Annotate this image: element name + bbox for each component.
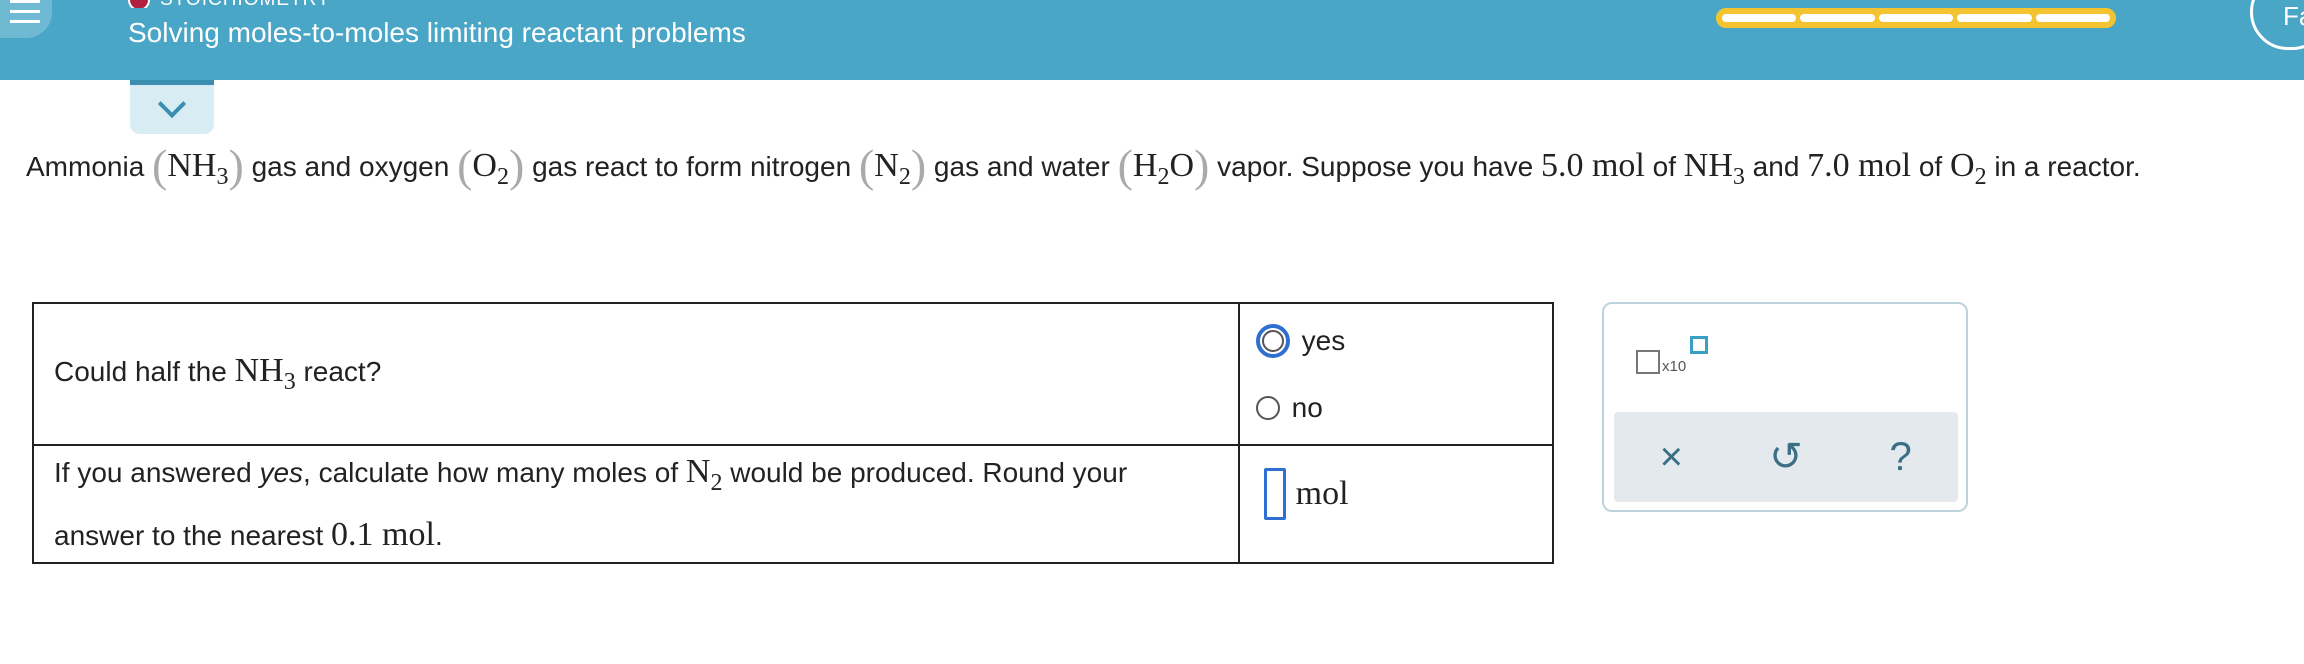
answer-choices: yes no xyxy=(1237,302,1555,446)
question-2: If you answered yes, calculate how many … xyxy=(32,444,1240,564)
question-table: Could half the NH3 react? yes no If you … xyxy=(32,302,1555,564)
answer-cell: mol xyxy=(1237,444,1555,564)
topic-dot-icon xyxy=(128,0,150,8)
undo-icon[interactable]: ↺ xyxy=(1756,434,1816,480)
page-title: Solving moles-to-moles limiting reactant… xyxy=(128,17,746,48)
answer-input[interactable] xyxy=(1263,468,1286,520)
hamburger-icon[interactable] xyxy=(0,0,52,38)
topic-label: STOICHIOMETRY xyxy=(128,0,388,8)
action-bar: × ↺ ? xyxy=(1614,412,1958,502)
progress-bar xyxy=(1716,8,2116,28)
collapse-toggle[interactable] xyxy=(130,80,214,134)
table-row: Could half the NH3 react? yes no xyxy=(32,302,1555,446)
clear-icon[interactable]: × xyxy=(1641,435,1701,480)
chevron-down-icon xyxy=(157,89,187,119)
scientific-notation-button[interactable]: x10 xyxy=(1636,336,1708,376)
header-bar: STOICHIOMETRY Solving moles-to-moles lim… xyxy=(0,0,2304,80)
tool-panel: x10 × ↺ ? xyxy=(1602,302,1968,512)
table-row: If you answered yes, calculate how many … xyxy=(32,444,1555,564)
problem-statement: Ammonia (NH3) gas and oxygen (O2) gas re… xyxy=(26,140,2141,191)
help-icon[interactable]: ? xyxy=(1871,435,1931,480)
radio-no-circle[interactable] xyxy=(1255,396,1280,420)
question-1: Could half the NH3 react? xyxy=(32,302,1240,446)
radio-yes[interactable]: yes xyxy=(1255,324,1345,358)
radio-no[interactable]: no xyxy=(1255,392,1323,424)
radio-yes-circle[interactable] xyxy=(1255,324,1290,358)
corner-button[interactable]: Fa xyxy=(2250,0,2304,50)
